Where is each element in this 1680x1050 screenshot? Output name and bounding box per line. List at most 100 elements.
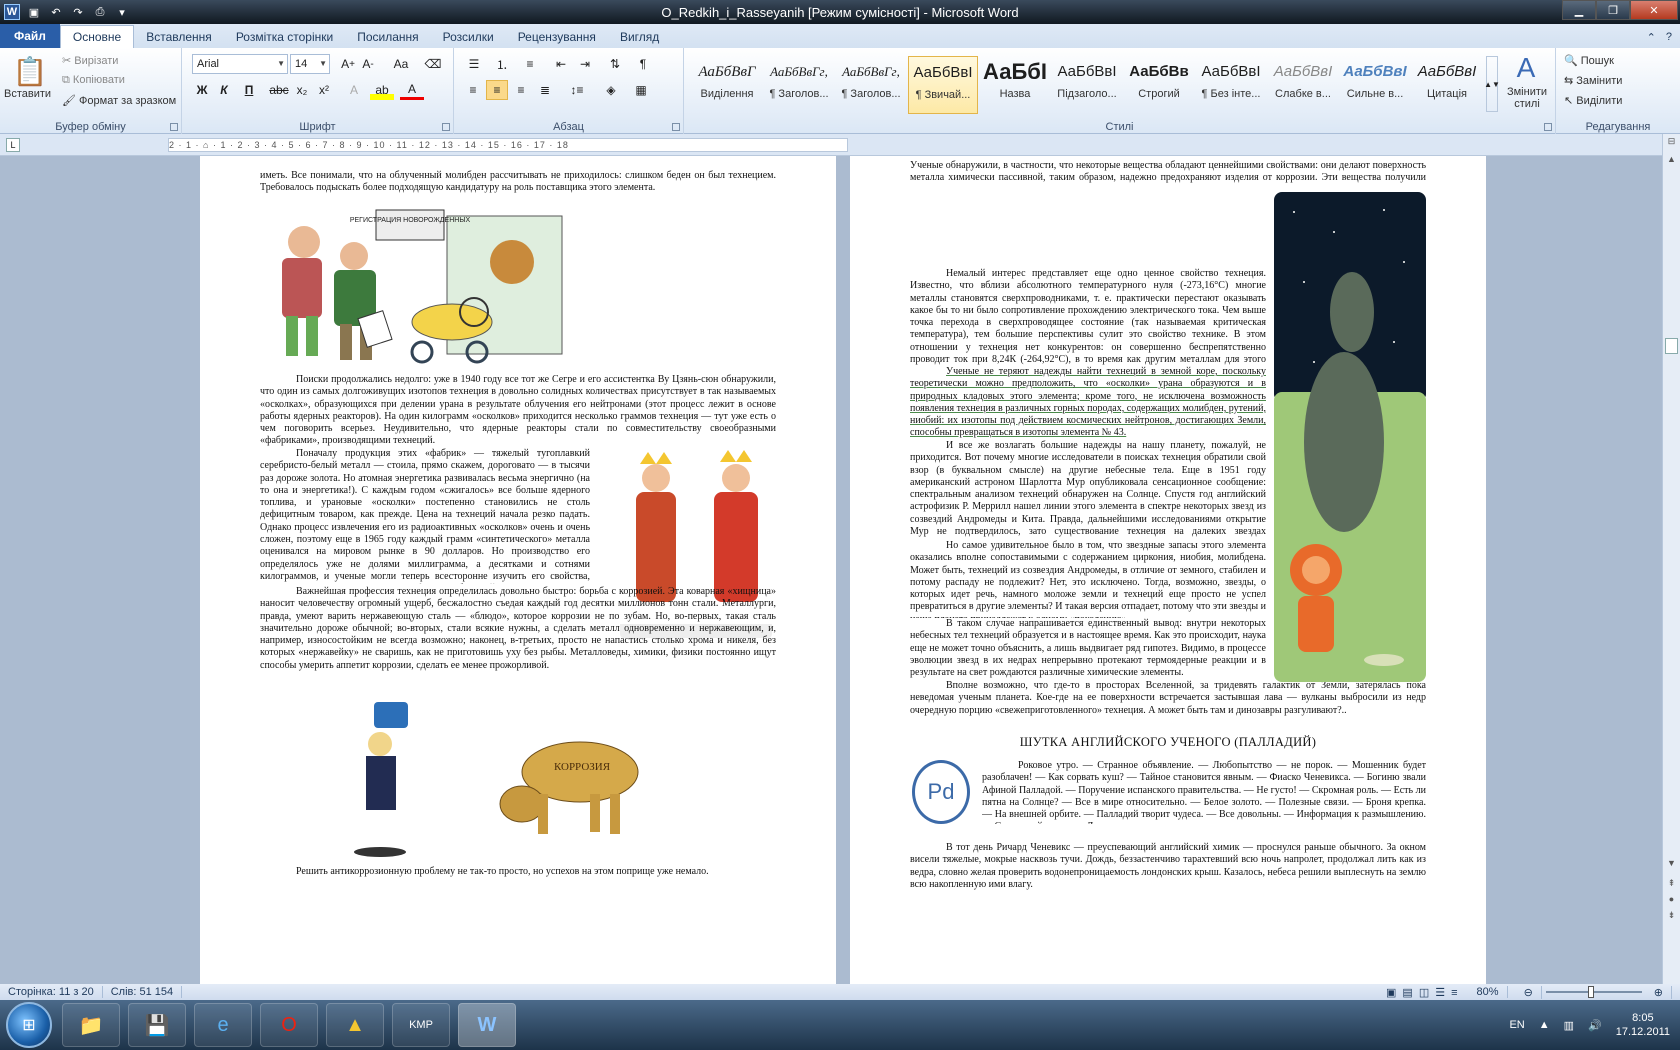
browse-object-icon[interactable]: ●	[1665, 894, 1678, 904]
paste-icon[interactable]: 📋	[10, 52, 50, 90]
page-left[interactable]: иметь. Все понимали, что на облученный м…	[200, 156, 836, 984]
change-case-icon[interactable]: Aa	[388, 54, 414, 74]
save-icon[interactable]: ▣	[26, 4, 42, 20]
word-taskbar-icon[interactable]: W	[458, 1003, 516, 1047]
borders-icon[interactable]: ▦	[628, 80, 654, 100]
paragraph-launcher-icon[interactable]	[672, 123, 680, 131]
align-center-icon[interactable]: ≡	[486, 80, 508, 100]
help-icon[interactable]: ?	[1666, 31, 1672, 43]
draft-icon[interactable]: ≡	[1448, 987, 1460, 999]
replace-button[interactable]: ⇆ Замінити	[1564, 74, 1622, 87]
print-preview-icon[interactable]: ⎙	[92, 4, 108, 20]
scroll-thumb[interactable]	[1665, 338, 1678, 354]
explorer-icon[interactable]: 📁	[62, 1003, 120, 1047]
tab-references[interactable]: Посилання	[345, 26, 430, 48]
change-styles-icon[interactable]: A	[1504, 50, 1548, 86]
paste-button[interactable]: Вставити	[4, 88, 51, 100]
tab-selector-icon[interactable]: L	[6, 138, 20, 152]
styles-scroll-icon[interactable]: ▲▼	[1484, 56, 1500, 112]
zoom-track[interactable]	[1545, 986, 1642, 998]
text-effects-icon[interactable]: A	[342, 80, 366, 100]
sort-icon[interactable]: ⇅	[604, 54, 626, 74]
tab-page-layout[interactable]: Розмітка сторінки	[224, 26, 345, 48]
zoom-out-icon[interactable]: ⊖	[1516, 985, 1542, 999]
word-count[interactable]: Слів: 51 154	[103, 986, 183, 998]
page-right[interactable]: Ученые обнаружили, в частности, что неко…	[850, 156, 1486, 984]
tab-mailings[interactable]: Розсилки	[431, 26, 506, 48]
vertical-scrollbar[interactable]: ⊟ ▲ ▼ ⇞ ● ⇟	[1662, 134, 1680, 984]
scroll-up-icon[interactable]: ▲	[1665, 154, 1678, 164]
previous-page-icon[interactable]: ⇞	[1665, 878, 1678, 889]
select-button[interactable]: ↖ Виділити	[1564, 94, 1622, 107]
page-count[interactable]: Сторінка: 11 з 20	[0, 986, 103, 998]
format-painter-button[interactable]: 🖌 Формат за зразком	[62, 94, 176, 107]
decrease-indent-icon[interactable]: ⇤	[550, 54, 572, 74]
minimize-ribbon-icon[interactable]: ⌃	[1647, 31, 1656, 44]
opera-icon[interactable]: O	[260, 1003, 318, 1047]
align-left-icon[interactable]: ≡	[462, 80, 484, 100]
font-color-icon[interactable]: A	[400, 80, 424, 100]
tab-insert[interactable]: Вставлення	[134, 26, 224, 48]
web-layout-icon[interactable]: ◫	[1416, 987, 1432, 999]
style-item-heading2[interactable]: АаБбВвГг, ¶ Заголов...	[836, 56, 906, 114]
zoom-thumb[interactable]	[1587, 986, 1594, 998]
font-launcher-icon[interactable]	[442, 123, 450, 131]
copy-button[interactable]: ⧉ Копіювати	[62, 74, 125, 87]
bullets-icon[interactable]: ☰	[462, 54, 486, 74]
tab-review[interactable]: Рецензування	[506, 26, 608, 48]
shrink-font-icon[interactable]: A-	[358, 54, 378, 74]
zoom-in-icon[interactable]: ⊕	[1646, 985, 1672, 999]
style-item-strong[interactable]: АаБбВв Строгий	[1124, 56, 1194, 114]
style-item-emphasis[interactable]: АаБбВвГ Виділення	[692, 56, 762, 114]
cut-button[interactable]: ✂ Вирізати	[62, 54, 118, 67]
media-player-icon[interactable]: ▲	[326, 1003, 384, 1047]
numbering-icon[interactable]: ⒈	[490, 54, 514, 74]
style-item-intense-emphasis[interactable]: АаБбВвІ Сильне в...	[1340, 56, 1410, 114]
pilcrow-icon[interactable]: ¶	[632, 54, 654, 74]
shading-icon[interactable]: ◈	[598, 80, 624, 100]
minimize-button[interactable]: ▁	[1562, 0, 1596, 20]
redo-icon[interactable]: ↷	[70, 4, 86, 20]
floppy-icon[interactable]: 💾	[128, 1003, 186, 1047]
network-icon[interactable]: ▥	[1564, 1019, 1574, 1032]
style-item-subtle-emphasis[interactable]: АаБбВвІ Слабке в...	[1268, 56, 1338, 114]
full-screen-reading-icon[interactable]: ▤	[1399, 987, 1415, 999]
italic-icon[interactable]: К	[214, 80, 234, 100]
strikethrough-icon[interactable]: abc	[268, 80, 290, 100]
superscript-icon[interactable]: x²	[314, 80, 334, 100]
bold-icon[interactable]: Ж	[192, 80, 212, 100]
style-item-no-spacing[interactable]: АаБбВвІ ¶ Без інте...	[1196, 56, 1266, 114]
ruler-scale[interactable]: 2 · 1 · ⌂ · 1 · 2 · 3 · 4 · 5 · 6 · 7 · …	[168, 138, 848, 152]
change-styles-button[interactable]: Змінити стилі	[1502, 86, 1552, 110]
print-layout-icon[interactable]: ▣	[1383, 987, 1399, 999]
font-size-select[interactable]: 14 ▼	[290, 54, 330, 74]
line-spacing-icon[interactable]: ↕≡	[564, 80, 590, 100]
kmplayer-icon[interactable]: KMP	[392, 1003, 450, 1047]
grow-font-icon[interactable]: A +	[338, 54, 358, 74]
outline-icon[interactable]: ☰	[1432, 987, 1448, 999]
subscript-icon[interactable]: x₂	[292, 80, 312, 100]
underline-icon[interactable]: П	[236, 80, 262, 100]
start-button[interactable]: ⊞	[6, 1002, 52, 1048]
tray-arrow-icon[interactable]: ▲	[1539, 1019, 1550, 1031]
undo-icon[interactable]: ↶	[48, 4, 64, 20]
align-right-icon[interactable]: ≡	[510, 80, 532, 100]
tab-file[interactable]: Файл	[0, 24, 60, 48]
internet-explorer-icon[interactable]: e	[194, 1003, 252, 1047]
view-ruler-icon[interactable]: ⊟	[1665, 136, 1678, 147]
language-indicator[interactable]: EN	[1509, 1019, 1524, 1031]
multilevel-list-icon[interactable]: ≡	[518, 54, 542, 74]
maximize-button[interactable]: ❐	[1596, 0, 1630, 20]
highlight-icon[interactable]: ab	[370, 80, 394, 100]
justify-icon[interactable]: ≣	[534, 80, 556, 100]
style-item-subtitle[interactable]: АаБбВвІ Підзаголо...	[1052, 56, 1122, 114]
tab-view[interactable]: Вигляд	[608, 26, 671, 48]
word-logo-icon[interactable]: W	[4, 4, 20, 20]
clipboard-launcher-icon[interactable]	[170, 123, 178, 131]
increase-indent-icon[interactable]: ⇥	[574, 54, 596, 74]
styles-launcher-icon[interactable]	[1544, 123, 1552, 131]
style-item-title[interactable]: АаБбІ Назва	[980, 56, 1050, 114]
style-item-normal[interactable]: АаБбВвІ ¶ Звичай...	[908, 56, 978, 114]
close-button[interactable]: ✕	[1630, 0, 1678, 20]
volume-icon[interactable]: 🔊	[1588, 1019, 1602, 1032]
